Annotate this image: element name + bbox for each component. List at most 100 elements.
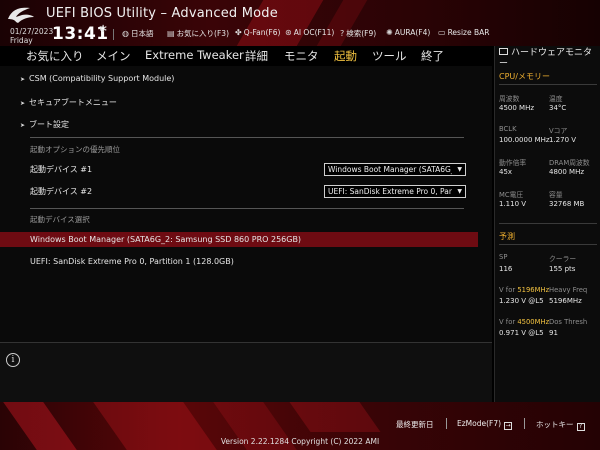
ezmode-label: EzMode(F7) <box>457 419 502 428</box>
bclk-value: 100.0000 MHz <box>499 136 550 144</box>
chevron-right-icon: ➤ <box>20 76 26 83</box>
monitor-title-text: ハードウェアモニター <box>499 48 593 69</box>
main-tabs: お気に入り メイン Extreme Tweaker 詳細 モニタ 起動 ツール … <box>0 46 494 67</box>
date-text: 01/27/2023 <box>10 27 54 36</box>
rog-logo <box>8 7 34 23</box>
ai-oc-icon: ⊛ <box>285 28 292 37</box>
chevron-right-icon: ➤ <box>20 100 26 107</box>
resize-bar-button[interactable]: ▭ Resize BAR <box>438 28 489 37</box>
help-key-icon: ? <box>576 423 585 431</box>
bclk-label: BCLK <box>499 125 517 133</box>
favorites-icon: ▤ <box>167 29 175 38</box>
favorites-button[interactable]: ▤ お気に入り(F3) <box>167 28 229 39</box>
ai-oc-button[interactable]: ⊛ AI OC(F11) <box>285 28 334 37</box>
divider <box>30 137 464 138</box>
heavy-freq-label: Heavy Freq <box>549 286 588 294</box>
boot-select-header: 起動デバイス選択 <box>30 215 90 224</box>
header-decoration <box>316 0 368 46</box>
tab-exit[interactable]: 終了 <box>421 48 444 64</box>
help-panel: i <box>0 342 492 402</box>
v-for-freq-2: 4500MHz <box>517 318 550 326</box>
tab-advanced[interactable]: 詳細 <box>245 48 268 64</box>
cooler-label: クーラー <box>549 255 577 263</box>
mc-voltage-label: MC電圧 <box>499 191 524 199</box>
submenu-secure-boot[interactable]: ➤ セキュアブートメニュー <box>20 97 117 108</box>
sp-label: SP <box>499 253 508 261</box>
submenu-boot-config[interactable]: ➤ ブート設定 <box>20 119 69 130</box>
boot-option-2-value: UEFI: SanDisk Extreme Pro 0, Partition 1… <box>328 187 452 196</box>
divider <box>524 418 525 429</box>
aura-icon: ✺ <box>386 28 393 37</box>
cooler-value: 155 pts <box>549 265 576 273</box>
chevron-down-icon: ▼ <box>457 166 462 173</box>
aura-button[interactable]: ✺ AURA(F4) <box>386 28 430 37</box>
qfan-button[interactable]: ✤ Q-Fan(F6) <box>235 28 280 37</box>
capacity-label: 容量 <box>549 191 563 199</box>
boot-option-2-select[interactable]: UEFI: SanDisk Extreme Pro 0, Partition 1… <box>324 185 466 198</box>
dram-label: DRAM周波数 <box>549 159 590 167</box>
boot-priority-header: 起動オプションの優先順位 <box>30 145 120 154</box>
tab-monitor[interactable]: モニタ <box>284 48 319 64</box>
main-panel: ➤ CSM (Compatibility Support Module) ➤ セキュ… <box>0 66 492 342</box>
ratio-label: 動作倍率 <box>499 159 527 167</box>
hotkeys-button[interactable]: ホットキー? <box>536 419 585 431</box>
divider <box>446 418 447 429</box>
tab-boot[interactable]: 起動 <box>334 48 357 67</box>
divider <box>113 29 114 40</box>
v-for-freq-1-value: 1.230 V @L5 <box>499 297 544 305</box>
vcore-label: Vコア <box>549 127 568 135</box>
v-for-prefix: V for <box>499 318 518 326</box>
info-icon: i <box>6 353 20 367</box>
submenu-csm[interactable]: ➤ CSM (Compatibility Support Module) <box>20 74 174 83</box>
weekday-text: Friday <box>10 36 33 45</box>
monitor-icon <box>499 48 508 55</box>
boot-device-item[interactable]: Windows Boot Manager (SATA6G_2: Samsung … <box>0 232 478 247</box>
temp-value: 34°C <box>549 104 567 112</box>
divider <box>499 84 597 85</box>
language-label: 日本語 <box>130 29 154 38</box>
divider <box>499 223 597 224</box>
last-modified-button[interactable]: 最終更新日 <box>396 419 434 430</box>
copyright-text: Version 2.22.1284 Copyright (C) 2022 AMI <box>220 437 380 446</box>
search-button[interactable]: ? 検索(F9) <box>340 28 376 39</box>
submenu-label: ブート設定 <box>29 120 70 129</box>
boot-device-item[interactable]: UEFI: SanDisk Extreme Pro 0, Partition 1… <box>0 254 478 269</box>
divider <box>499 244 597 245</box>
gear-icon[interactable]: ✲ <box>99 24 107 35</box>
fan-icon: ✤ <box>235 28 242 37</box>
ezmode-button[interactable]: EzMode(F7) → <box>457 419 513 430</box>
tab-extreme-tweaker[interactable]: Extreme Tweaker <box>145 48 244 62</box>
sp-value: 116 <box>499 265 513 273</box>
cpu-memory-section: CPU/メモリー <box>499 72 550 81</box>
footer-decoration <box>289 402 381 432</box>
ratio-value: 45x <box>499 168 513 176</box>
divider <box>30 208 464 209</box>
hardware-monitor: ハードウェアモニター CPU/メモリー 周波数 温度 4500 MHz 34°C… <box>494 46 600 402</box>
favorites-label: お気に入り(F3) <box>176 29 229 38</box>
date-display: 01/27/2023 Friday <box>10 27 53 45</box>
top-bar: UEFI BIOS Utility – Advanced Mode 01/27/… <box>0 0 600 46</box>
globe-icon: ◍ <box>122 29 129 38</box>
language-button[interactable]: ◍ 日本語 <box>122 28 153 39</box>
dos-thresh-value: 91 <box>549 329 558 337</box>
boot-option-1-select[interactable]: Windows Boot Manager (SATA6G_2: Samsung … <box>324 163 466 176</box>
tab-favorites[interactable]: お気に入り <box>26 48 84 64</box>
temp-label: 温度 <box>549 95 563 103</box>
v-for-freq-1: 5196MHz <box>517 286 550 294</box>
tab-tool[interactable]: ツール <box>372 48 407 64</box>
app-title: UEFI BIOS Utility – Advanced Mode <box>46 6 278 21</box>
monitor-title: ハードウェアモニター <box>499 48 600 70</box>
boot-option-1-label: 起動デバイス #1 <box>30 165 93 174</box>
boot-option-1-value: Windows Boot Manager (SATA6G_2: Samsung … <box>328 165 452 174</box>
tab-main[interactable]: メイン <box>96 48 131 64</box>
ai-oc-label: AI OC(F11) <box>293 28 335 37</box>
v-for-freq-2-label: V for 4500MHz <box>499 318 549 326</box>
search-label: 検索(F9) <box>346 29 377 38</box>
chevron-down-icon: ▼ <box>457 188 462 195</box>
prediction-section: 予測 <box>499 232 515 241</box>
dos-thresh-label: Dos Thresh <box>549 318 588 326</box>
qfan-label: Q-Fan(F6) <box>243 28 281 37</box>
v-for-freq-2-value: 0.971 V @L5 <box>499 329 544 337</box>
mc-voltage-value: 1.110 V <box>499 200 527 208</box>
submenu-label: CSM (Compatibility Support Module) <box>29 74 175 83</box>
